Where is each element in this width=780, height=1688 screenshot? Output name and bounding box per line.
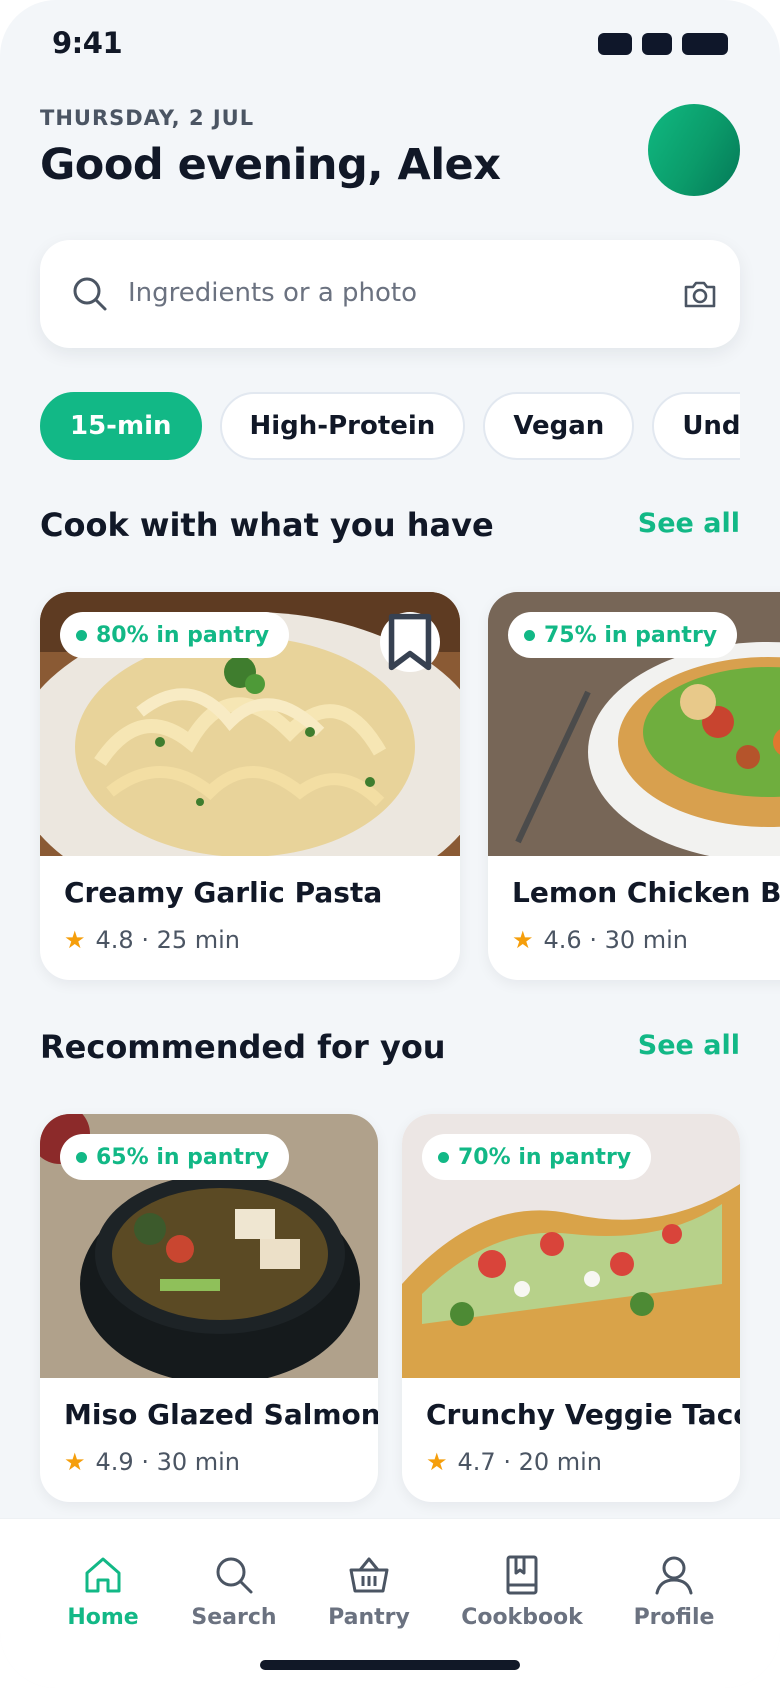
recipe-meta: ★ 4.8 · 25 min bbox=[64, 926, 240, 954]
greeting-title: Good evening, Alex bbox=[40, 140, 501, 190]
pantry-badge: 75% in pantry bbox=[508, 612, 738, 658]
tab-pantry[interactable]: Pantry bbox=[294, 1553, 444, 1630]
recipe-photo: 70% in pantry bbox=[402, 1114, 740, 1378]
status-time: 9:41 bbox=[52, 26, 123, 60]
avatar[interactable] bbox=[648, 104, 740, 196]
date-label: THURSDAY, 2 JUL bbox=[40, 106, 255, 130]
star-icon: ★ bbox=[64, 926, 86, 954]
recipe-photo: 80% in pantry bbox=[40, 592, 460, 856]
see-all-pantry-link[interactable]: See all bbox=[638, 508, 740, 539]
status-dot bbox=[76, 1151, 87, 1163]
search-bar[interactable]: Ingredients or a photo bbox=[40, 240, 740, 348]
recipe-card[interactable]: 75% in pantry Lemon Chicken Bowl ★ 4.6 ·… bbox=[488, 592, 780, 980]
status-icons bbox=[598, 33, 728, 55]
tab-profile[interactable]: Profile bbox=[599, 1553, 749, 1630]
pantry-badge: 80% in pantry bbox=[60, 612, 290, 658]
wifi-icon bbox=[642, 33, 672, 55]
chip-15-min[interactable]: 15-min bbox=[40, 392, 202, 460]
section-title-pantry: Cook with what you have bbox=[40, 506, 494, 544]
tab-search[interactable]: Search bbox=[159, 1553, 309, 1630]
recipe-card[interactable]: 80% in pantry Creamy Garlic Pasta ★ 4.8 … bbox=[40, 592, 460, 980]
filter-chips: 15-min High-Protein Vegan Under €5 bbox=[40, 392, 740, 460]
battery-icon bbox=[682, 33, 728, 55]
pantry-badge-label: 80% in pantry bbox=[96, 622, 270, 648]
book-icon bbox=[506, 1555, 538, 1595]
tab-label: Profile bbox=[633, 1605, 715, 1630]
pantry-badge-label: 75% in pantry bbox=[544, 622, 718, 648]
star-icon: ★ bbox=[64, 1448, 86, 1476]
tab-cookbook[interactable]: Cookbook bbox=[447, 1553, 597, 1630]
star-icon: ★ bbox=[512, 926, 534, 954]
tab-label: Cookbook bbox=[461, 1605, 583, 1630]
status-dot bbox=[524, 629, 535, 641]
status-dot bbox=[438, 1151, 449, 1163]
star-icon: ★ bbox=[426, 1448, 448, 1476]
recipe-name: Lemon Chicken Bowl bbox=[512, 876, 780, 909]
chip-under-5[interactable]: Under €5 bbox=[652, 392, 740, 460]
section-title-recommended: Recommended for you bbox=[40, 1028, 446, 1066]
tab-label: Home bbox=[67, 1605, 139, 1630]
search-icon bbox=[216, 1557, 253, 1594]
pantry-badge-label: 65% in pantry bbox=[96, 1144, 270, 1170]
tab-label: Pantry bbox=[328, 1605, 410, 1630]
recipe-card[interactable]: 65% in pantry Miso Glazed Salmon ★ 4.9 ·… bbox=[40, 1114, 378, 1502]
home-icon bbox=[85, 1557, 121, 1593]
home-indicator[interactable] bbox=[260, 1660, 520, 1670]
recipe-rating-time: 4.9 · 30 min bbox=[95, 1448, 240, 1476]
chip-vegan[interactable]: Vegan bbox=[483, 392, 635, 460]
chip-high-protein[interactable]: High-Protein bbox=[219, 392, 466, 460]
status-bar: 9:41 bbox=[0, 0, 780, 90]
tab-home[interactable]: Home bbox=[28, 1553, 178, 1630]
user-icon bbox=[655, 1556, 693, 1595]
search-input[interactable]: Ingredients or a photo bbox=[128, 278, 417, 308]
see-all-recommended-link[interactable]: See all bbox=[638, 1030, 740, 1061]
recipe-name: Crunchy Veggie Tacos bbox=[426, 1398, 740, 1431]
status-dot bbox=[76, 629, 87, 641]
recipe-rating-time: 4.8 · 25 min bbox=[95, 926, 240, 954]
recipe-name: Creamy Garlic Pasta bbox=[64, 876, 383, 909]
camera-icon[interactable] bbox=[680, 274, 720, 314]
recipe-name: Miso Glazed Salmon bbox=[64, 1398, 378, 1431]
pantry-badge-label: 70% in pantry bbox=[458, 1144, 632, 1170]
recipe-meta: ★ 4.6 · 30 min bbox=[512, 926, 688, 954]
recipe-photo: 65% in pantry bbox=[40, 1114, 378, 1378]
recipe-meta: ★ 4.7 · 20 min bbox=[426, 1448, 602, 1476]
basket-icon bbox=[349, 1557, 389, 1593]
app-screen: 9:41 THURSDAY, 2 JUL Good evening, Alex … bbox=[0, 0, 780, 1688]
tab-label: Search bbox=[191, 1605, 277, 1630]
pantry-badge: 65% in pantry bbox=[60, 1134, 290, 1180]
recipe-photo: 75% in pantry bbox=[488, 592, 780, 856]
recipe-rating-time: 4.7 · 20 min bbox=[457, 1448, 602, 1476]
bookmark-icon bbox=[388, 613, 432, 671]
search-icon bbox=[73, 277, 107, 311]
recipe-meta: ★ 4.9 · 30 min bbox=[64, 1448, 240, 1476]
recipe-card[interactable]: 70% in pantry Crunchy Veggie Tacos ★ 4.7… bbox=[402, 1114, 740, 1502]
pantry-badge: 70% in pantry bbox=[422, 1134, 652, 1180]
recipe-rating-time: 4.6 · 30 min bbox=[543, 926, 688, 954]
bookmark-button[interactable] bbox=[380, 612, 440, 672]
signal-icon bbox=[598, 33, 632, 55]
